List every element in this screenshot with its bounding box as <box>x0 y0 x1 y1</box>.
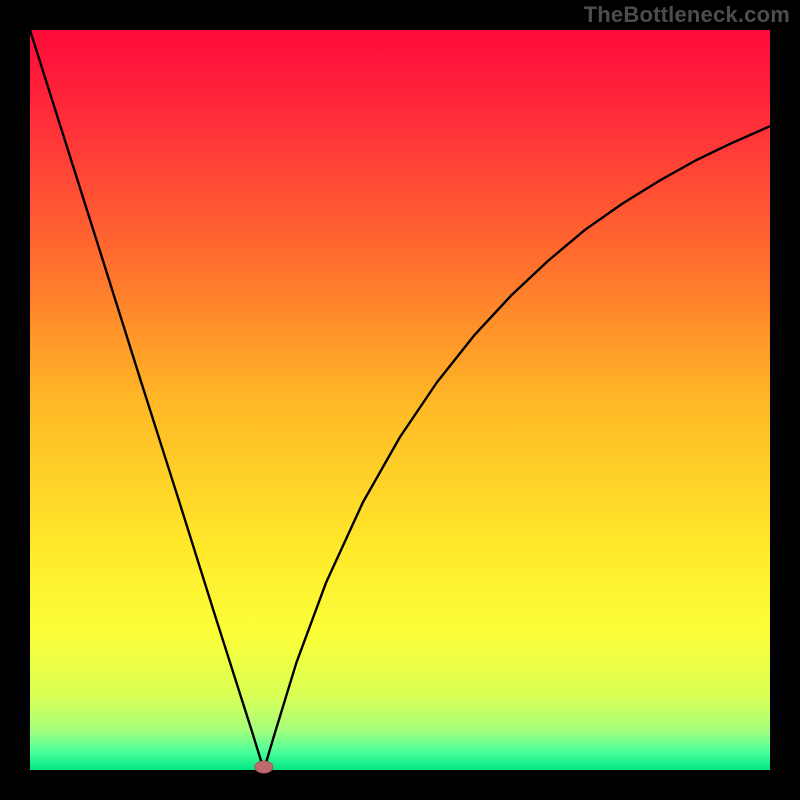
watermark-text: TheBottleneck.com <box>584 2 790 28</box>
plot-background <box>30 30 770 770</box>
bottleneck-chart <box>0 0 800 800</box>
chart-frame: TheBottleneck.com <box>0 0 800 800</box>
minimum-marker <box>255 761 273 773</box>
